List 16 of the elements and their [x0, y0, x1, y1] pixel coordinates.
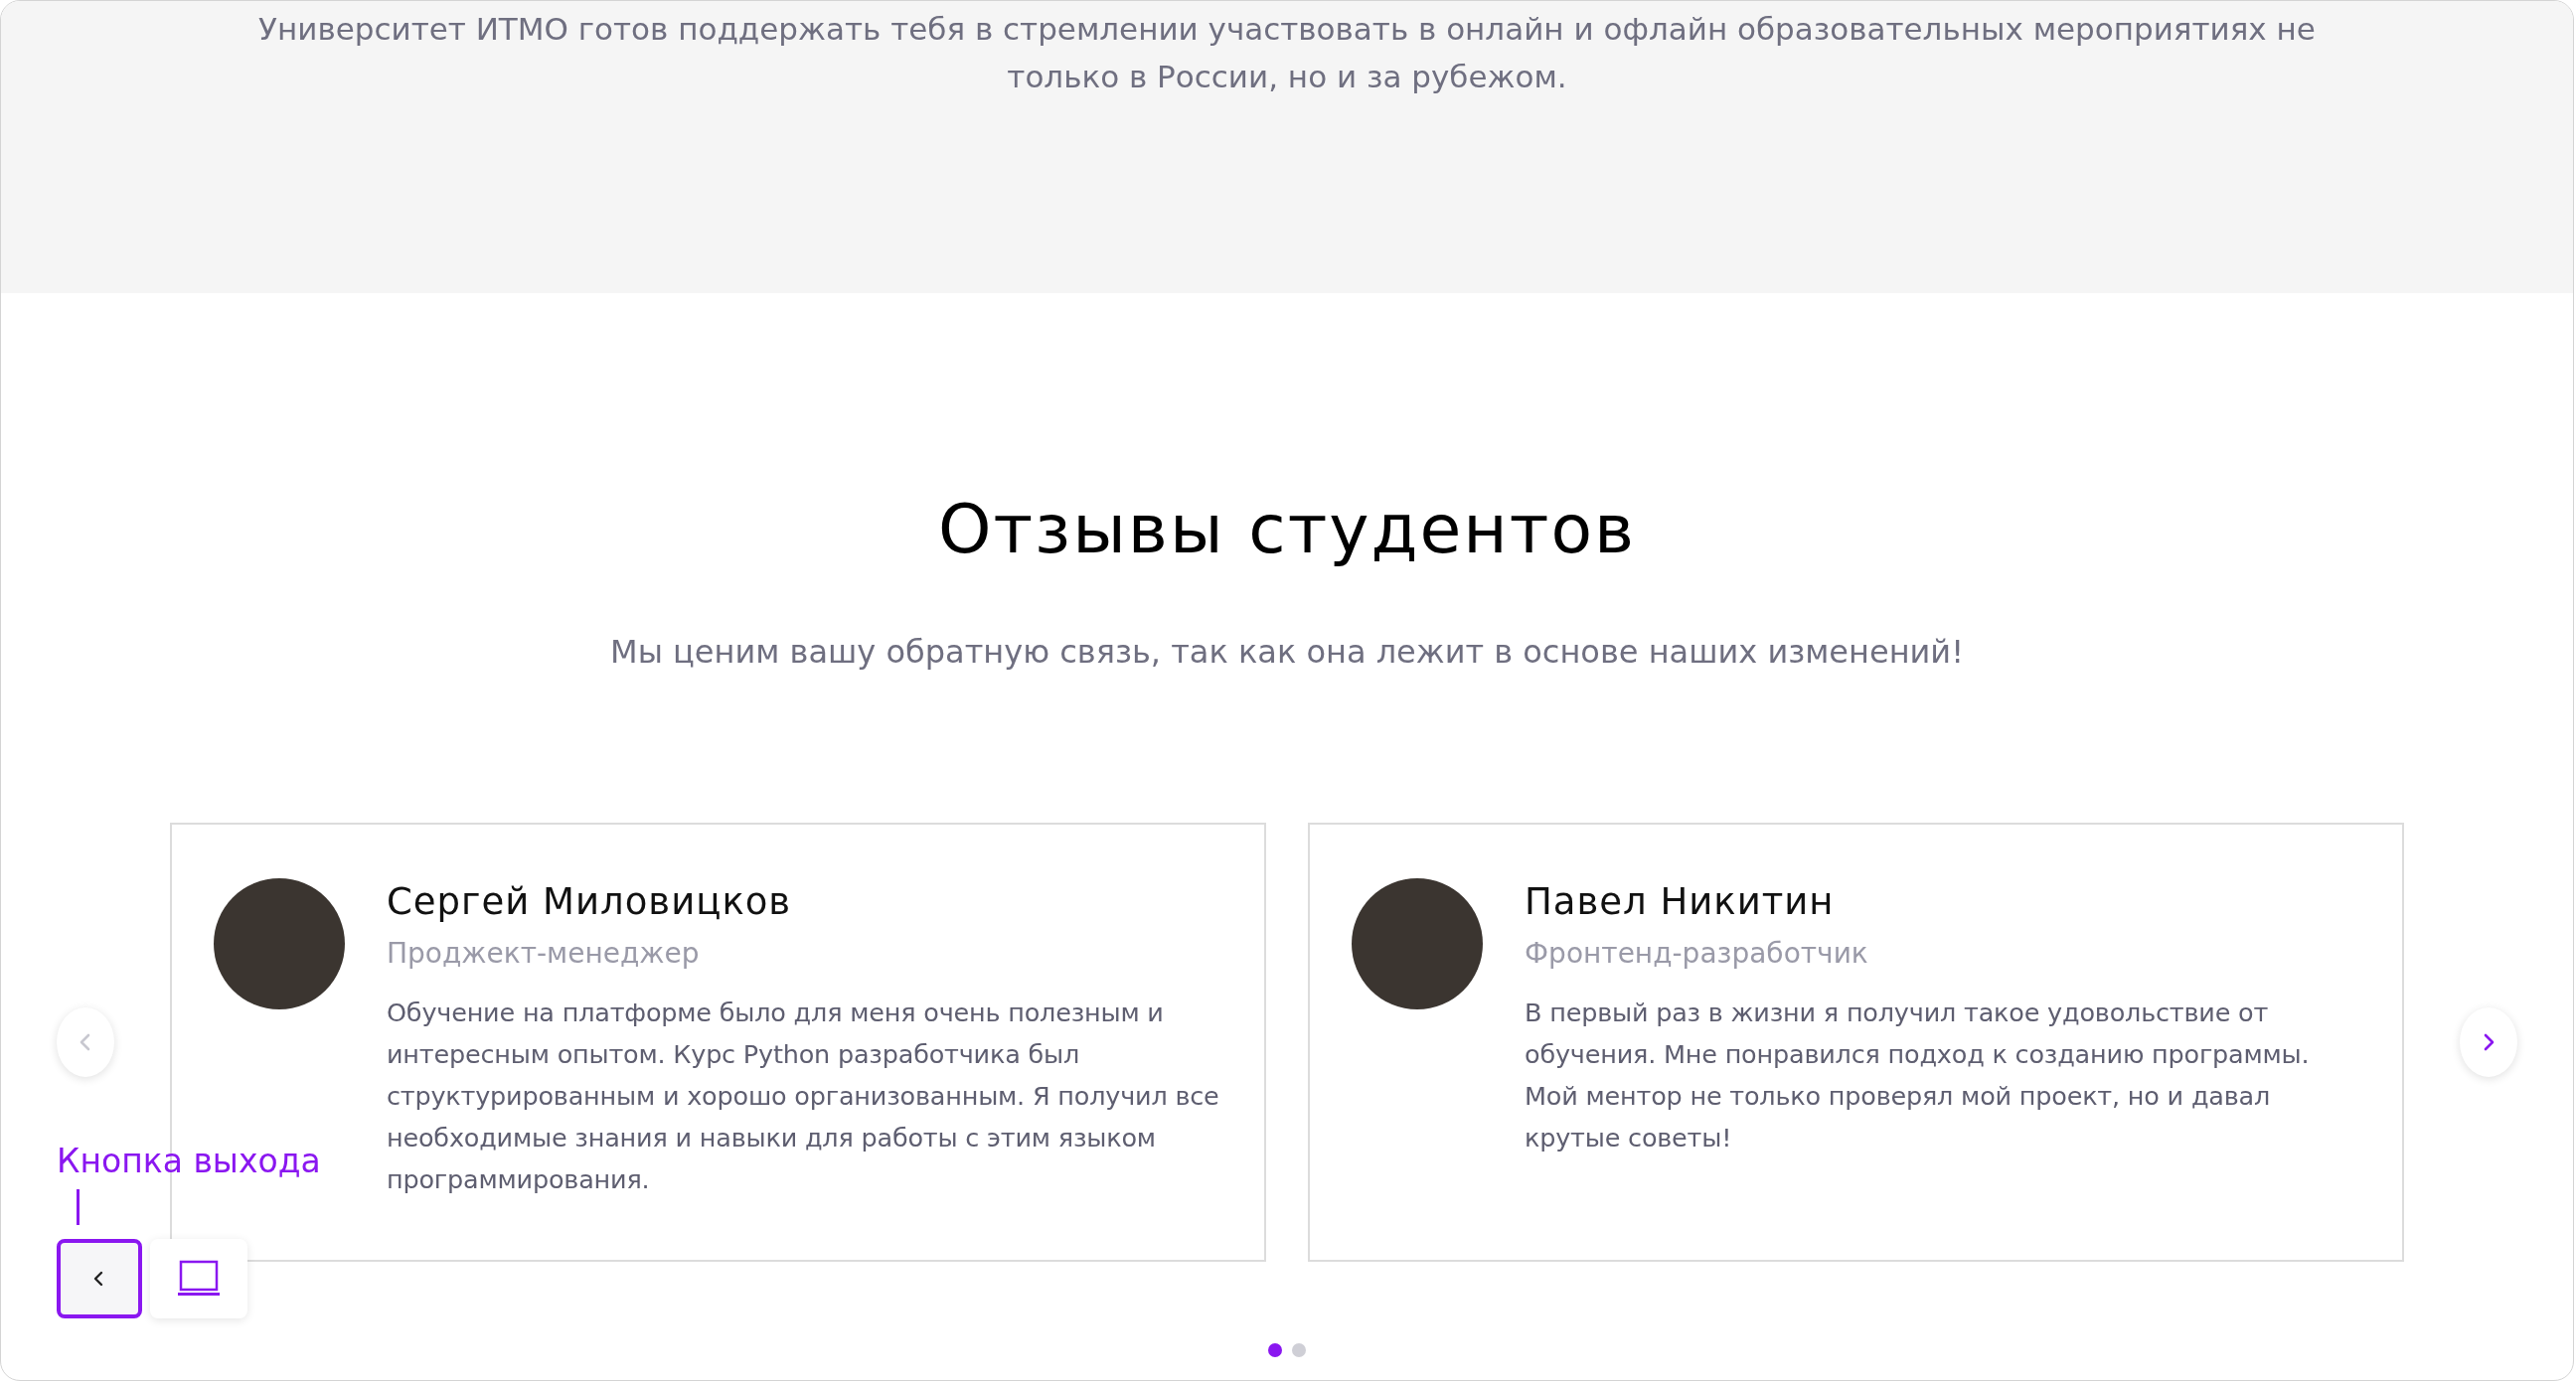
reviewer-role: Фронтенд-разработчик: [1525, 937, 1869, 970]
section-subtitle: Мы ценим вашу обратную связь, так как она лежит в основе наших изменений!: [610, 632, 1964, 673]
review-text: В первый раз в жизни я получил такое удовольствие от обучения. Мне понравился подход к созданию программы. Мой ментор не только проверял мой проект, но и давал крутые советы!: [1525, 997, 2311, 1154]
reviewer-role: Проджект-менеджер: [387, 937, 701, 970]
exit-button[interactable]: [57, 1239, 142, 1318]
intro-text: Университет ИТМО готов поддержать тебя в стремлении участвовать в онлайн и офлайн образовательных мероприятиях не только в России, но и за рубежом.: [257, 10, 2317, 96]
leader-line: [77, 1189, 80, 1225]
reviewer-name: Сергей Миловицков: [387, 880, 793, 923]
section-title: Отзывы студентов: [937, 489, 1637, 570]
laptop-icon: [177, 1260, 221, 1298]
laptop-button[interactable]: [150, 1239, 247, 1318]
annotation-label: Кнопка выхода: [57, 1141, 321, 1182]
reviewer-name: Павел Никитин: [1525, 880, 1836, 923]
pagination-dot[interactable]: [1292, 1343, 1306, 1357]
pagination-dot[interactable]: [1268, 1343, 1282, 1357]
review-text: Обучение на платформе было для меня очень полезным и интересным опытом. Курс Python разработчика был структурированным и хорошо организованным. Я получил все необходимые знания и навыки для работы с этим языком программирования.: [387, 997, 1220, 1196]
